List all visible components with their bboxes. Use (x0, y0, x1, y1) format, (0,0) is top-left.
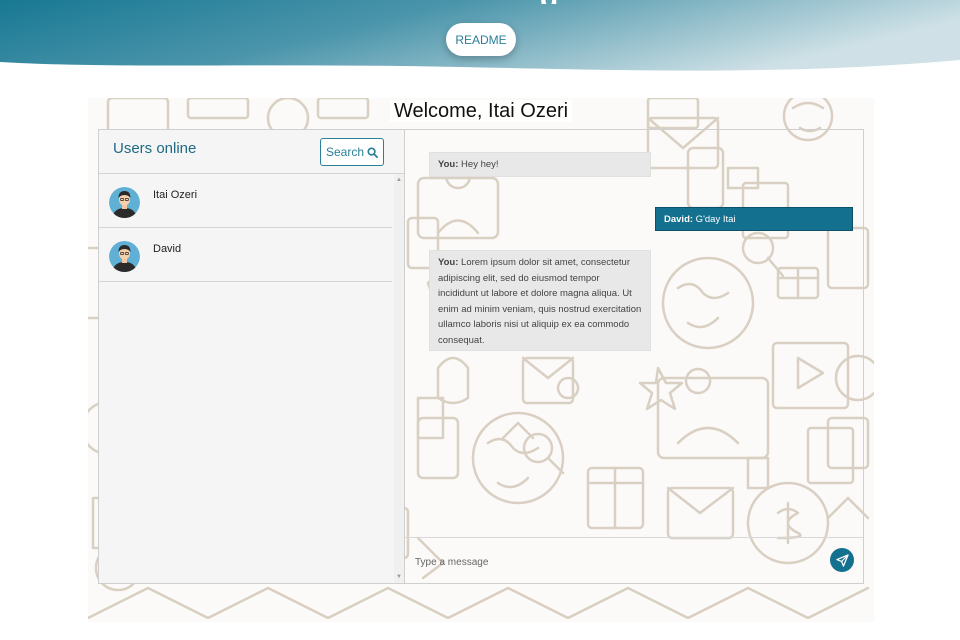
scroll-down-arrow-icon[interactable]: ▼ (396, 574, 402, 580)
header-banner: g README (0, 0, 960, 80)
avatar-icon (109, 187, 140, 218)
user-avatar (109, 187, 140, 218)
users-list: Itai Ozeri David (99, 174, 394, 583)
message-composer (405, 537, 863, 583)
message-bubble-david: David: G'day Itai (655, 207, 853, 231)
user-avatar (109, 241, 140, 272)
search-button-label: Search (325, 145, 365, 159)
search-icon (367, 146, 378, 158)
search-button[interactable]: Search (320, 138, 384, 166)
message-input[interactable] (415, 550, 805, 574)
avatar-icon (109, 241, 140, 272)
user-row-david[interactable]: David (99, 228, 392, 282)
user-name: Itai Ozeri (153, 189, 198, 201)
scroll-up-arrow-icon[interactable]: ▲ (396, 177, 402, 183)
message-bubble-you: You: Lorem ipsum dolor sit amet, consect… (429, 250, 651, 351)
message-text: Lorem ipsum dolor sit amet, consectetur … (438, 257, 642, 346)
chat-container: Users online Search Itai Ozeri David ▲ ▼… (98, 129, 864, 584)
users-panel: Users online Search Itai Ozeri David ▲ ▼ (99, 130, 405, 583)
send-button[interactable] (830, 548, 854, 572)
message-text: G'day Itai (693, 214, 736, 225)
users-online-title: Users online (113, 140, 197, 157)
page-heading: g (540, 0, 580, 4)
user-name: David (153, 243, 182, 255)
message-text: Hey hey! (458, 159, 499, 170)
readme-button[interactable]: README (446, 23, 516, 56)
send-icon (835, 553, 849, 567)
message-bubble-you: You: Hey hey! (429, 152, 651, 177)
message-sender: David: (664, 214, 694, 225)
messages-area: You: Hey hey! David: G'day Itai You: Lor… (405, 130, 863, 540)
users-header: Users online Search (99, 130, 404, 174)
message-sender: You: (438, 257, 459, 268)
message-sender: You: (438, 159, 459, 170)
welcome-heading: Welcome, Itai Ozeri (88, 100, 874, 123)
user-row-itai-ozeri[interactable]: Itai Ozeri (99, 174, 392, 228)
users-scrollbar[interactable]: ▲ ▼ (394, 174, 404, 583)
welcome-text: Welcome, Itai Ozeri (389, 100, 573, 122)
